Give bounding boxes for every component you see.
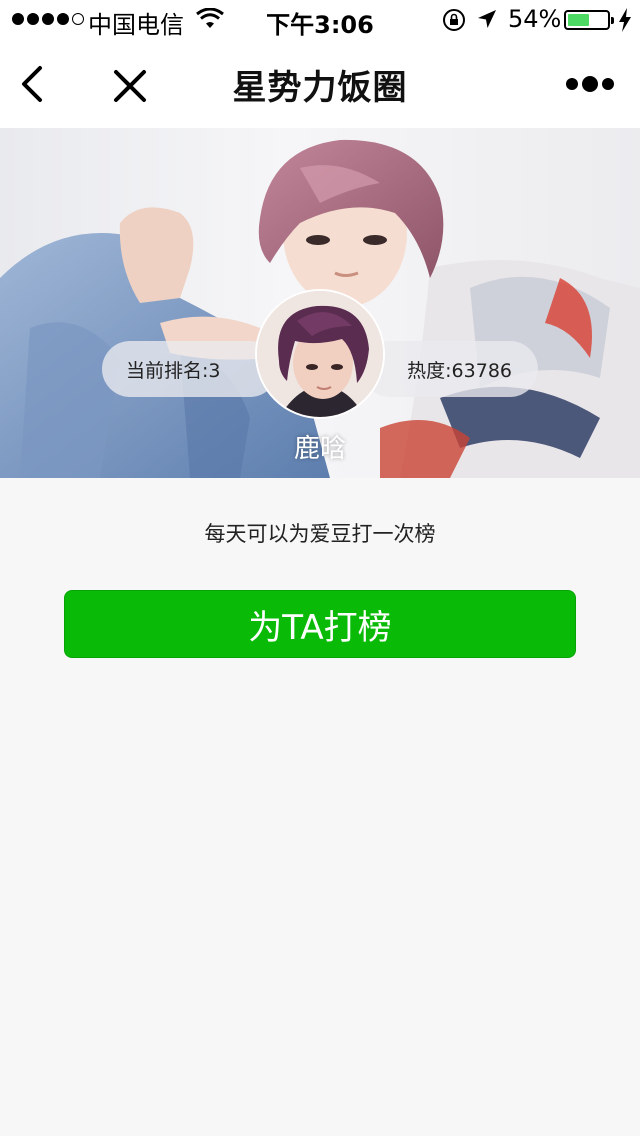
rank-label: 当前排名:3 [126, 359, 221, 382]
idol-banner: 当前排名:3 热度:63786 鹿晗 [0, 128, 640, 478]
more-button[interactable] [564, 74, 616, 94]
battery-icon [564, 10, 614, 30]
rotation-lock-icon [442, 8, 466, 38]
battery-percent: 54% [508, 5, 562, 33]
heat-badge: 热度:63786 [362, 341, 538, 397]
rank-badge: 当前排名:3 [102, 341, 278, 397]
status-bar: 中国电信 下午3:06 54% [0, 0, 640, 40]
battery-fill [568, 14, 589, 26]
location-arrow-icon [476, 8, 498, 36]
more-dots-icon [566, 76, 614, 92]
idol-avatar[interactable] [255, 289, 385, 419]
navigation-bar: 星势力饭圈 [0, 40, 640, 128]
charging-bolt-icon [618, 8, 632, 38]
avatar-photo [257, 291, 383, 417]
idol-name: 鹿晗 [293, 434, 346, 464]
vote-button[interactable]: 为TA打榜 [64, 590, 576, 658]
page-title: 星势力饭圈 [232, 68, 408, 108]
vote-hint-text: 每天可以为爱豆打一次榜 [204, 522, 436, 546]
heat-label: 热度:63786 [407, 359, 512, 382]
